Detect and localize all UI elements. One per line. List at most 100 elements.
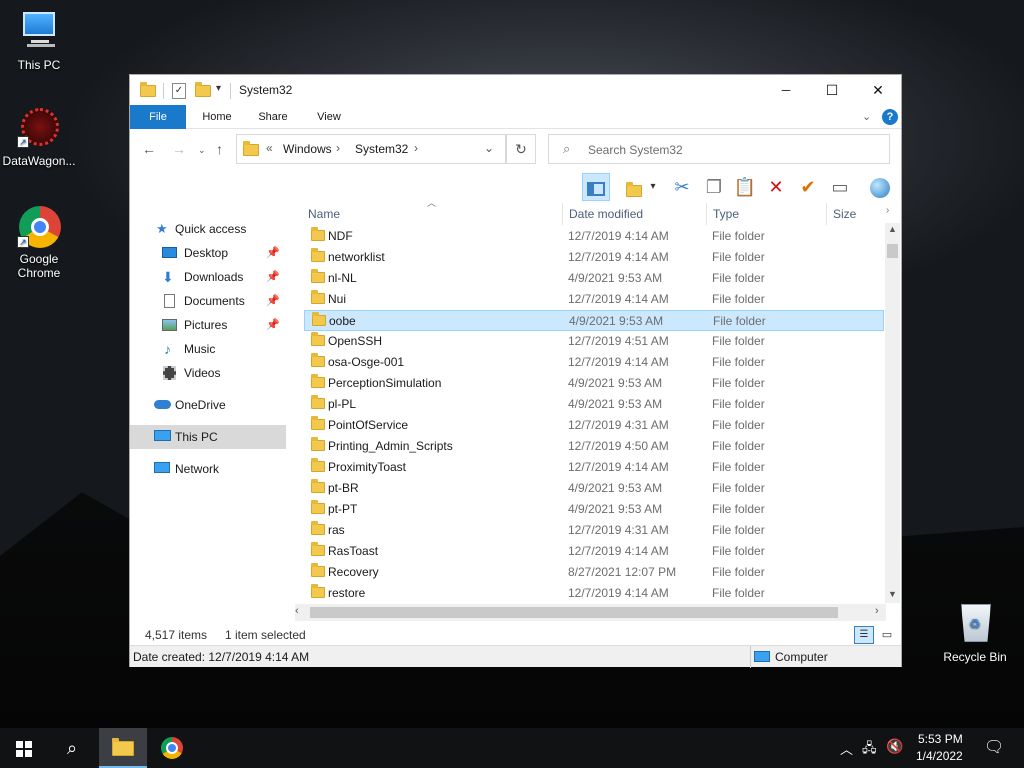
file-row[interactable]: ras 12/7/2019 4:31 AM File folder (304, 520, 884, 541)
address-bar[interactable]: « Windows › System32 › ⌄ (236, 134, 506, 164)
scroll-down-icon[interactable]: ▼ (888, 589, 897, 599)
preview-pane-icon[interactable] (582, 173, 610, 201)
rename-check-icon[interactable]: ✔ (794, 173, 822, 201)
details-view-icon[interactable]: ☰ (854, 626, 874, 644)
start-button[interactable] (0, 728, 48, 768)
file-row[interactable]: Nui 12/7/2019 4:14 AM File folder (304, 289, 884, 310)
address-dropdown-icon[interactable]: ⌄ (484, 141, 494, 155)
column-header-date-modified[interactable]: Date modified (569, 203, 699, 225)
desktop-icon-recycle-bin[interactable]: ♻ Recycle Bin (935, 602, 1015, 664)
desktop-icon-datawagon[interactable]: ↗ DataWagon... (0, 106, 79, 168)
search-box[interactable]: ⌕ Search System32 (548, 134, 890, 164)
file-row[interactable]: pt-PT 4/9/2021 9:53 AM File folder (304, 499, 884, 520)
nav-documents[interactable]: Documents 📌 (130, 289, 286, 313)
recent-locations-icon[interactable]: ⌄ (198, 145, 206, 156)
breadcrumb-windows[interactable]: Windows (283, 142, 332, 156)
customize-toolbar-icon[interactable]: ▾ (216, 83, 221, 94)
minimize-button[interactable]: ─ (763, 75, 809, 105)
nav-desktop[interactable]: Desktop 📌 (130, 241, 286, 265)
nav-videos[interactable]: Videos (130, 361, 286, 385)
nav-this-pc[interactable]: This PC (130, 425, 286, 449)
scroll-thumb[interactable] (310, 607, 838, 618)
pin-icon[interactable]: 📌 (266, 265, 280, 289)
details-pane-icon[interactable] (620, 173, 648, 201)
file-row[interactable]: RasToast 12/7/2019 4:14 AM File folder (304, 541, 884, 562)
dropdown-icon[interactable]: ▾ (646, 173, 660, 201)
file-type: File folder (712, 439, 765, 453)
pin-icon[interactable]: 📌 (266, 289, 280, 313)
file-row[interactable]: PointOfService 12/7/2019 4:31 AM File fold… (304, 415, 884, 436)
nav-network[interactable]: Network (130, 457, 286, 481)
desktop-icon-this-pc[interactable]: This PC (0, 10, 79, 72)
file-row[interactable]: nl-NL 4/9/2021 9:53 AM File folder (304, 268, 884, 289)
copy-icon[interactable]: ❐ (700, 173, 728, 201)
file-row[interactable]: restore 12/7/2019 4:14 AM File folder (304, 583, 884, 604)
volume-muted-icon[interactable]: 🔇 (886, 738, 903, 755)
forward-icon[interactable]: → (172, 141, 186, 157)
nav-label: OneDrive (175, 398, 226, 412)
column-header-type[interactable]: Type (713, 203, 823, 225)
column-scroll-right-icon[interactable]: › (886, 205, 889, 216)
show-hidden-icons[interactable]: ︿ (840, 739, 853, 758)
maximize-button[interactable]: ☐ (809, 75, 855, 105)
scroll-thumb[interactable] (887, 244, 898, 258)
properties-icon[interactable]: ▭ (826, 173, 854, 201)
file-name: Recovery (328, 565, 379, 579)
nav-pictures[interactable]: Pictures 📌 (130, 313, 286, 337)
file-row[interactable]: PerceptionSimulation 4/9/2021 9:53 AM File… (304, 373, 884, 394)
file-row[interactable]: OpenSSH 12/7/2019 4:51 AM File folder (304, 331, 884, 352)
refresh-button[interactable]: ↻ (506, 134, 536, 164)
desktop-icon-google-chrome[interactable]: ↗ Google Chrome (0, 204, 79, 280)
tab-view[interactable]: View (304, 105, 354, 129)
nav-onedrive[interactable]: OneDrive (130, 393, 286, 417)
file-row[interactable]: ProximityToast 12/7/2019 4:14 AM File fold… (304, 457, 884, 478)
up-icon[interactable]: ↑ (216, 141, 223, 157)
new-folder-icon[interactable] (195, 82, 211, 97)
file-row[interactable]: osa-Osge-001 12/7/2019 4:14 AM File folder (304, 352, 884, 373)
file-row[interactable]: pt-BR 4/9/2021 9:53 AM File folder (304, 478, 884, 499)
globe-icon[interactable] (866, 173, 894, 201)
file-row[interactable]: Printing_Admin_Scripts 12/7/2019 4:50 AM F… (304, 436, 884, 457)
tab-share[interactable]: Share (248, 105, 298, 129)
taskbar-file-explorer[interactable] (99, 728, 147, 768)
pin-icon[interactable]: 📌 (266, 241, 280, 265)
breadcrumb-system32[interactable]: System32 (355, 142, 408, 156)
delete-icon[interactable]: ✕ (762, 173, 790, 201)
nav-quick-access[interactable]: ★ Quick access (130, 217, 286, 241)
search-input[interactable]: Search System32 (588, 143, 683, 157)
column-header-name[interactable]: Name (308, 203, 558, 225)
scroll-right-icon[interactable]: › (875, 605, 879, 617)
file-row[interactable]: oobe 4/9/2021 9:53 AM File folder (304, 310, 884, 331)
horizontal-scrollbar[interactable]: ‹ › (295, 604, 886, 621)
nav-label: Documents (184, 294, 245, 308)
expand-ribbon-icon[interactable]: ⌄ (862, 110, 871, 123)
cut-icon[interactable]: ✂ (668, 173, 696, 201)
clock-time[interactable]: 5:53 PM (918, 732, 963, 746)
network-tray-icon[interactable]: 🖧 (862, 739, 877, 761)
close-button[interactable]: ✕ (855, 75, 901, 105)
tab-file[interactable]: File (130, 105, 186, 129)
file-row[interactable]: pl-PL 4/9/2021 9:53 AM File folder (304, 394, 884, 415)
pin-icon[interactable]: 📌 (266, 313, 280, 337)
taskbar-chrome[interactable] (148, 728, 196, 768)
column-header-size[interactable]: Size (833, 203, 883, 225)
large-icons-view-icon[interactable]: ▭ (878, 626, 896, 644)
properties-icon[interactable]: ✓ (172, 83, 186, 99)
file-row[interactable]: networklist 12/7/2019 4:14 AM File folder (304, 247, 884, 268)
tab-home[interactable]: Home (192, 105, 242, 129)
scroll-up-icon[interactable]: ▲ (888, 224, 897, 234)
vertical-scrollbar[interactable]: ▲ ▼ (885, 223, 900, 603)
file-row[interactable]: NDF 12/7/2019 4:14 AM File folder (304, 226, 884, 247)
nav-music[interactable]: ♪ Music (130, 337, 286, 361)
scroll-left-icon[interactable]: ‹ (295, 605, 299, 617)
notifications-icon[interactable]: 🗨 (984, 737, 1004, 757)
search-button[interactable]: ⌕ (48, 728, 96, 768)
nav-downloads[interactable]: ⬇ Downloads 📌 (130, 265, 286, 289)
clock-date[interactable]: 1/4/2022 (916, 749, 963, 763)
file-row[interactable]: Recovery 8/27/2021 12:07 PM File folder (304, 562, 884, 583)
paste-icon[interactable]: 📋 (731, 173, 759, 201)
back-icon[interactable]: ← (142, 141, 156, 157)
help-icon[interactable]: ? (882, 109, 898, 125)
computer-icon (154, 430, 171, 441)
address-overflow-icon[interactable]: « (266, 141, 273, 155)
